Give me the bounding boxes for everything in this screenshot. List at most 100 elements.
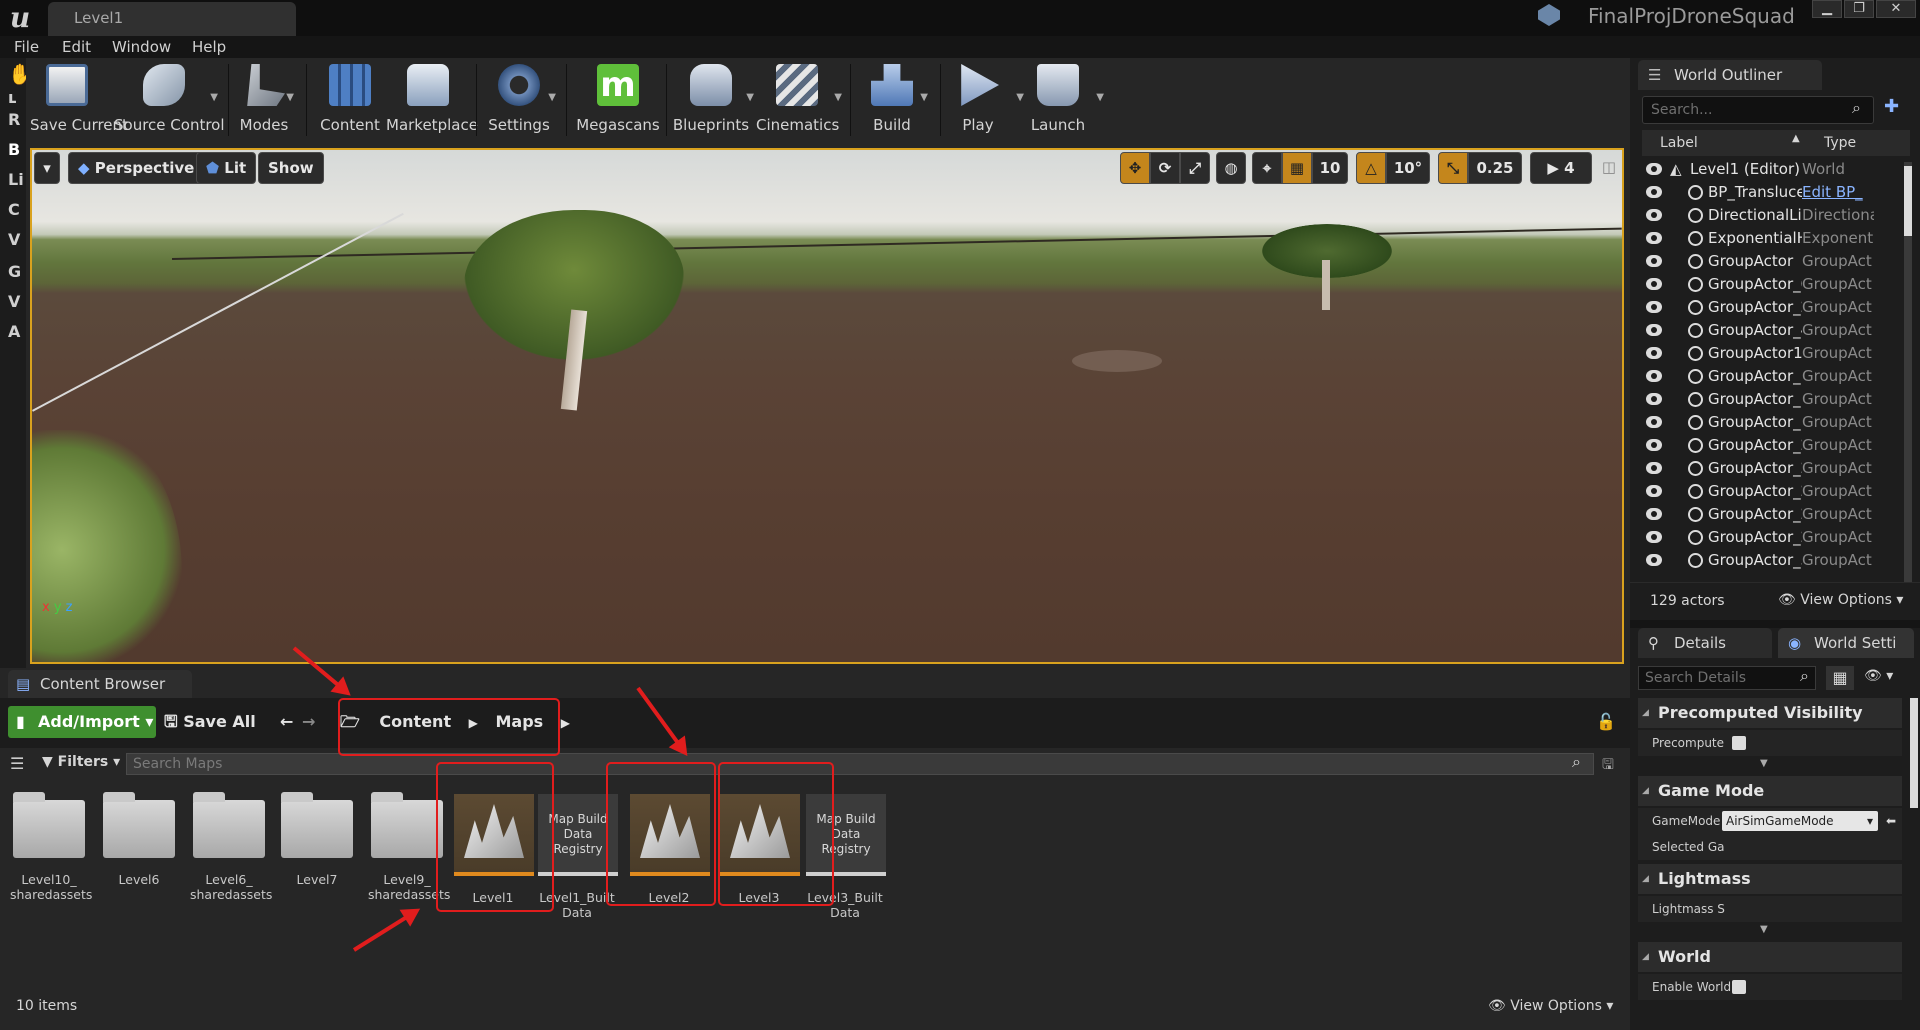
mode-tab-a[interactable]: A <box>8 322 20 341</box>
play-button[interactable]: Play ▼ <box>950 58 1024 140</box>
visibility-eye-icon[interactable] <box>1646 209 1662 221</box>
outliner-row[interactable]: GroupActor_2 GroupAct <box>1642 296 1900 319</box>
mode-tab-li[interactable]: Li <box>8 170 24 189</box>
mode-tab-b[interactable]: B <box>8 140 20 159</box>
modes-button[interactable]: Modes ▼ <box>238 58 294 140</box>
build-button[interactable]: Build ▼ <box>860 58 928 140</box>
rotate-tool-icon[interactable]: ⟳ <box>1150 152 1180 184</box>
outliner-row[interactable]: GroupActor_26GroupAct <box>1642 503 1900 526</box>
back-arrow-icon[interactable]: ← <box>280 706 293 738</box>
minimize-button[interactable]: ▁ <box>1812 0 1842 18</box>
column-type[interactable]: Type <box>1824 130 1856 156</box>
folder-item[interactable]: Level7 <box>278 792 356 887</box>
visibility-eye-icon[interactable] <box>1646 301 1662 313</box>
prop-lightmass-settings[interactable]: Lightmass S <box>1638 896 1902 922</box>
precompute-checkbox[interactable] <box>1732 736 1746 750</box>
maximize-button[interactable]: ❐ <box>1844 0 1874 18</box>
visibility-eye-icon[interactable] <box>1646 554 1662 566</box>
details-scroll-thumb[interactable] <box>1910 698 1918 808</box>
menu-help[interactable]: Help <box>192 36 226 58</box>
add-filter-icon[interactable]: ✚ <box>1884 96 1899 117</box>
lit-button[interactable]: ⬟ Lit <box>196 152 257 184</box>
actor-type[interactable]: Edit BP_ <box>1802 181 1874 204</box>
mode-tab-v2[interactable]: V <box>8 292 20 311</box>
source-control-dropdown-icon[interactable]: ▼ <box>210 92 218 103</box>
viewport-options-dropdown[interactable]: ▾ <box>34 152 60 184</box>
cb-view-options[interactable]: 👁 View Options ▾ <box>1488 998 1613 1014</box>
breadcrumb-separator-icon[interactable]: ▶ <box>561 716 570 730</box>
visibility-eye-icon[interactable] <box>1646 278 1662 290</box>
build-dropdown-icon[interactable]: ▼ <box>920 92 928 103</box>
launch-button[interactable]: Launch ▼ <box>1030 58 1104 140</box>
expand-advanced-icon[interactable]: ▼ <box>1760 758 1768 769</box>
outliner-row[interactable]: GroupActor_20GroupAct <box>1642 434 1900 457</box>
outliner-row[interactable]: GroupActor GroupAct <box>1642 250 1900 273</box>
settings-dropdown-icon[interactable]: ▼ <box>548 92 556 103</box>
outliner-row[interactable]: BP_TranslucentEdit BP_ <box>1642 181 1900 204</box>
marketplace-button[interactable]: Marketplace <box>386 58 478 140</box>
content-browser-tab[interactable]: ▤ Content Browser <box>8 670 192 698</box>
world-outliner-tab[interactable]: ☰ World Outliner <box>1638 60 1822 90</box>
visibility-eye-icon[interactable] <box>1646 232 1662 244</box>
viewport-scene[interactable]: x y z <box>30 148 1624 664</box>
visibility-eye-icon[interactable] <box>1646 255 1662 267</box>
outliner-search-input[interactable]: Search... <box>1642 96 1874 124</box>
visibility-eye-icon[interactable] <box>1646 439 1662 451</box>
section-lightmass[interactable]: Lightmass <box>1638 864 1902 894</box>
outliner-row[interactable]: GroupActor_28GroupAct <box>1642 526 1900 549</box>
close-button[interactable]: ✕ <box>1876 0 1916 18</box>
save-current-button[interactable]: Save Current <box>30 58 128 140</box>
visibility-eye-icon[interactable] <box>1646 393 1662 405</box>
source-control-button[interactable]: Source Control ▼ <box>114 58 225 140</box>
section-game-mode[interactable]: Game Mode <box>1638 776 1902 806</box>
section-world[interactable]: World <box>1638 942 1902 972</box>
blueprints-dropdown-icon[interactable]: ▼ <box>746 92 754 103</box>
outliner-row[interactable]: GroupActor_0 GroupAct <box>1642 273 1900 296</box>
folder-item[interactable]: Level9_ sharedassets <box>368 792 450 902</box>
search-maps-input[interactable]: Search Maps <box>126 753 1594 775</box>
visibility-eye-icon[interactable] <box>1646 416 1662 428</box>
visibility-eye-icon[interactable] <box>1646 531 1662 543</box>
outliner-scroll-thumb[interactable] <box>1904 166 1912 236</box>
outliner-row[interactable]: GroupActor_24GroupAct <box>1642 480 1900 503</box>
property-matrix-icon[interactable]: ▦ <box>1826 666 1854 690</box>
save-search-icon[interactable]: 🖫 <box>1602 754 1614 778</box>
scale-tool-icon[interactable]: ⤢ <box>1180 152 1210 184</box>
visibility-eye-icon[interactable] <box>1646 485 1662 497</box>
mode-tab-v[interactable]: V <box>8 230 20 249</box>
blueprints-button[interactable]: Blueprints ▼ <box>672 58 754 140</box>
outliner-row[interactable]: GroupActor_22GroupAct <box>1642 457 1900 480</box>
visibility-eye-icon[interactable] <box>1646 163 1662 175</box>
section-precomputed-visibility[interactable]: Precomputed Visibility <box>1638 698 1902 728</box>
scale-snap-value[interactable]: 0.25 <box>1468 152 1522 184</box>
visibility-options-icon[interactable]: 👁 ▾ <box>1864 668 1893 684</box>
menu-file[interactable]: File <box>14 36 39 58</box>
menu-edit[interactable]: Edit <box>62 36 91 58</box>
outliner-row[interactable]: GroupActor_18GroupAct <box>1642 411 1900 434</box>
grid-snap-icon[interactable]: ▦ <box>1282 152 1312 184</box>
details-tab[interactable]: ⚲ Details <box>1638 628 1772 658</box>
outliner-row[interactable]: GroupActor_30GroupAct <box>1642 549 1900 572</box>
perspective-button[interactable]: ◆ Perspective <box>68 152 205 184</box>
maximize-viewport-icon[interactable]: ◫ <box>1598 152 1620 184</box>
scale-snap-icon[interactable]: ⤡ <box>1438 152 1468 184</box>
visibility-eye-icon[interactable] <box>1646 186 1662 198</box>
visibility-eye-icon[interactable] <box>1646 508 1662 520</box>
translate-tool-icon[interactable]: ✥ <box>1120 152 1150 184</box>
mode-tab-g[interactable]: G <box>8 262 21 281</box>
mode-tab-paint-icon[interactable]: ʟ <box>8 88 17 107</box>
grid-snap-value[interactable]: 10 <box>1312 152 1348 184</box>
camera-speed-button[interactable]: ▶︎ 4 <box>1530 152 1592 184</box>
add-import-button[interactable]: ▮ Add/Import ▾ <box>8 706 156 738</box>
column-label[interactable]: Label <box>1660 130 1698 156</box>
world-space-icon[interactable]: ◍ <box>1216 152 1246 184</box>
outliner-row[interactable]: DirectionalLightDirectional <box>1642 204 1900 227</box>
surface-snap-icon[interactable]: ⌖ <box>1252 152 1282 184</box>
settings-button[interactable]: Settings ▼ <box>486 58 556 140</box>
folder-item[interactable]: Level6_ sharedassets <box>190 792 272 902</box>
folder-item[interactable]: Level10_ sharedassets <box>10 792 92 902</box>
outliner-scrollbar[interactable] <box>1904 162 1912 582</box>
visibility-eye-icon[interactable] <box>1646 462 1662 474</box>
outliner-row[interactable]: GroupActor14 GroupAct <box>1642 342 1900 365</box>
sources-panel-icon[interactable]: ☰ <box>10 754 24 773</box>
